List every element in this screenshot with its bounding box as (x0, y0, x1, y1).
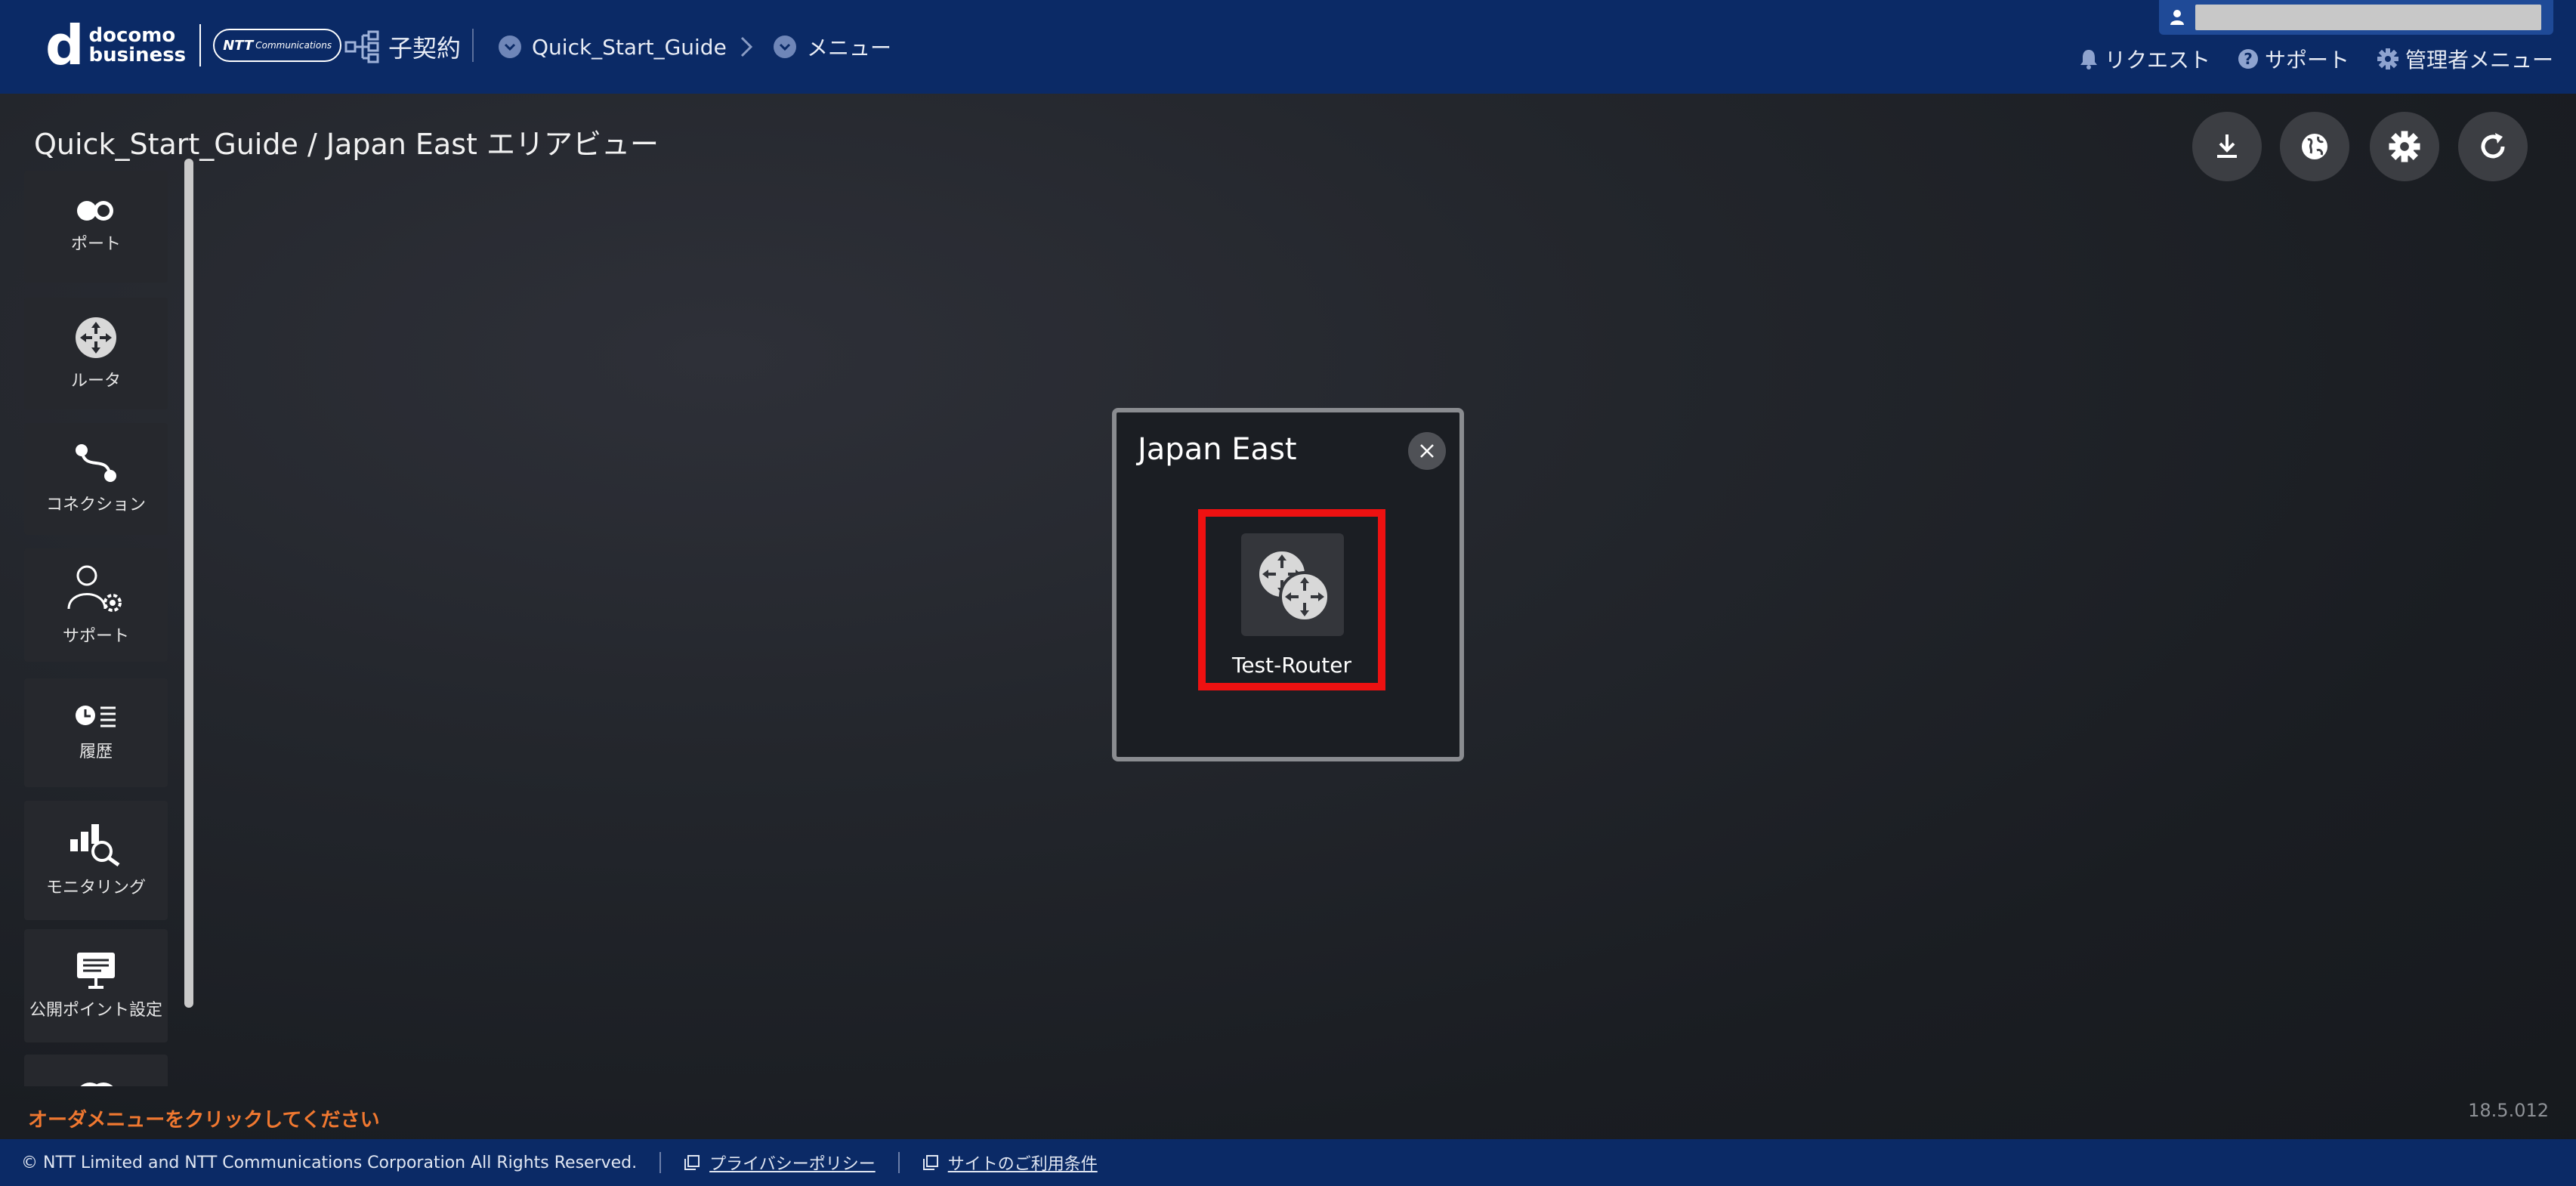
order-hint-text: オーダメニューをクリックしてください (28, 1109, 380, 1132)
sidebar-item-router[interactable]: ルータ (24, 298, 168, 409)
breadcrumb-guide-label: Quick_Start_Guide (532, 34, 727, 60)
sidebar-item-port[interactable]: ポート (24, 171, 168, 283)
contract-switch-button[interactable]: 子契約 (344, 29, 461, 65)
chevron-down-icon (774, 36, 796, 58)
sidebar-item-connection[interactable]: コネクション (24, 423, 168, 535)
ntt-communications-logo: NTT Communications (213, 29, 342, 62)
refresh-icon (2481, 133, 2505, 159)
support-link[interactable]: ? サポート (2238, 44, 2349, 74)
breadcrumb-menu-label: メニュー (807, 36, 892, 60)
logo-line1: docomo (88, 24, 176, 47)
router-card-test-router[interactable]: Test-Router (1198, 509, 1385, 690)
logo-line2: business (88, 44, 187, 66)
privacy-policy-link[interactable]: プライバシーポリシー (684, 1150, 876, 1175)
sidebar-scrollbar[interactable] (184, 159, 193, 1008)
router-group-icon (1256, 548, 1330, 622)
area-title: Japan East (1138, 432, 1297, 467)
connection-icon (76, 444, 116, 482)
area-panel-japan-east: Japan East Test-Router (1112, 408, 1464, 761)
version-label: 18.5.012 (2468, 1100, 2549, 1121)
footer: © NTT Limited and NTT Communications Cor… (0, 1139, 2576, 1186)
user-account-box[interactable] (2159, 0, 2553, 35)
user-name-field (2195, 5, 2541, 30)
bell-icon (2080, 50, 2097, 69)
request-link[interactable]: リクエスト (2079, 44, 2210, 74)
help-circle-icon: ? (2238, 49, 2258, 69)
footer-divider (659, 1152, 662, 1173)
refresh-button[interactable] (2458, 112, 2528, 181)
header-links: リクエスト ? サポート 管理者メニュー (2079, 44, 2553, 74)
close-icon (1420, 444, 1434, 458)
router-icon-tile (1241, 533, 1344, 636)
monitoring-icon (70, 824, 120, 866)
download-button[interactable] (2192, 112, 2262, 181)
settings-button[interactable] (2370, 112, 2439, 181)
sidebar-item-history[interactable]: 履歴 (24, 678, 168, 787)
chevron-down-icon (499, 36, 521, 58)
terms-of-use-link[interactable]: サイトのご利用条件 (922, 1150, 1098, 1175)
router-icon (76, 317, 116, 358)
sidebar-item-more[interactable] (24, 1055, 168, 1086)
history-icon (76, 706, 116, 727)
copyright-text: © NTT Limited and NTT Communications Cor… (21, 1153, 638, 1172)
header-divider (472, 29, 474, 62)
download-icon (2217, 134, 2237, 158)
page-title: Quick_Start_Guide / Japan East エリアビュー (34, 128, 659, 161)
public-point-icon (77, 953, 115, 989)
user-icon (2170, 10, 2184, 25)
partial-icon (80, 1083, 113, 1086)
gear-icon (2389, 131, 2420, 162)
order-sidebar: ポート ルータ コネクション サポート 履歴 モニタリング 公開ポイント設定 (24, 168, 168, 1086)
router-name-label: Test-Router (1231, 653, 1352, 678)
chevron-right-icon (740, 36, 753, 57)
svg-text:?: ? (2244, 50, 2253, 68)
globe-button[interactable] (2280, 112, 2349, 181)
hierarchy-icon (344, 30, 379, 63)
admin-menu-link[interactable]: 管理者メニュー (2377, 44, 2553, 74)
globe-icon (2302, 134, 2327, 159)
breadcrumb-menu[interactable]: メニュー (774, 29, 891, 65)
sidebar-item-support[interactable]: サポート (24, 548, 168, 662)
docomo-business-logo[interactable]: d docomo business NTT Communications (45, 14, 342, 77)
external-window-icon (684, 1155, 700, 1170)
footer-divider (897, 1152, 900, 1173)
external-window-icon (922, 1155, 938, 1170)
contract-label: 子契約 (388, 34, 462, 63)
logo-separator (199, 24, 202, 66)
sidebar-item-public-point[interactable]: 公開ポイント設定 (24, 929, 168, 1042)
support-user-icon (67, 565, 122, 612)
top-header: d docomo business NTT Communications 子契約 … (0, 0, 2576, 94)
logo-d: d (45, 14, 85, 77)
close-button[interactable] (1408, 432, 1446, 470)
gear-icon (2377, 48, 2398, 69)
sidebar-item-monitoring[interactable]: モニタリング (24, 801, 168, 920)
port-icon (77, 201, 113, 221)
breadcrumb-guide[interactable]: Quick_Start_Guide (499, 29, 727, 65)
